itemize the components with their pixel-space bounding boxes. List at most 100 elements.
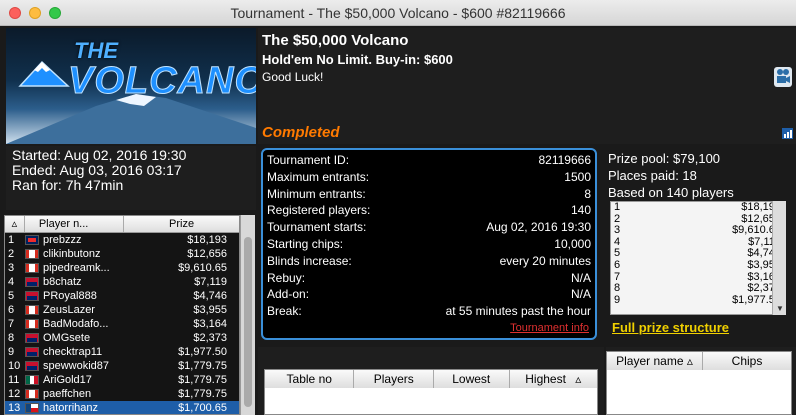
country-flag-icon xyxy=(25,361,39,371)
player-row[interactable]: 9 checktrap11 $1,977.50 xyxy=(5,345,239,359)
country-flag-icon xyxy=(25,347,39,357)
player-row[interactable]: 12 paeffchen $1,779.75 xyxy=(5,387,239,401)
tables-section: Table no Players Lowest Highest ▵ xyxy=(258,347,604,415)
player-row[interactable]: 13 hatorrihanz $1,700.65 xyxy=(5,401,239,414)
minimize-window-button[interactable] xyxy=(29,7,41,19)
country-flag-icon xyxy=(25,333,39,343)
tournament-times: Started: Aug 02, 2016 19:30 Ended: Aug 0… xyxy=(6,146,256,210)
detail-label: Break: xyxy=(267,304,302,319)
detail-row: Break: at 55 minutes past the hour xyxy=(267,303,591,320)
tournament-name: The $50,000 Volcano xyxy=(262,32,409,49)
player-prize: $12,656 xyxy=(187,248,227,260)
detail-row: Blinds increase: every 20 minutes xyxy=(267,253,591,270)
player-prize: $1,779.75 xyxy=(178,374,227,386)
detail-label: Add-on: xyxy=(267,287,310,302)
player-prize: $1,779.75 xyxy=(178,360,227,372)
players-table: ▵ Player n... Prize 1 prebzzz $18,193 2 clik… xyxy=(4,215,240,415)
players-column-header[interactable]: Players xyxy=(354,370,434,388)
prize-row[interactable]: 1 $18,193 xyxy=(611,202,784,214)
started-time: Started: Aug 02, 2016 19:30 xyxy=(12,147,187,163)
players-table-header: ▵ Player n... Prize xyxy=(5,216,239,233)
table-players-section: Player name ▵ Chips xyxy=(606,347,796,415)
player-prize: $1,700.65 xyxy=(178,402,227,414)
player-row[interactable]: 11 AriGold17 $1,779.75 xyxy=(5,373,239,387)
scrollbar-thumb[interactable] xyxy=(244,237,252,407)
player-rank: 11 xyxy=(8,374,20,386)
players-table-scrollbar[interactable] xyxy=(240,215,255,415)
places-paid: Places paid: 18 xyxy=(608,168,697,183)
player-row[interactable]: 2 clikinbutonz $12,656 xyxy=(5,247,239,261)
player-rank: 6 xyxy=(8,304,15,316)
detail-label: Tournament starts: xyxy=(267,220,367,235)
sort-icon[interactable]: ▵ xyxy=(5,216,25,232)
prize-row[interactable]: 8 $2,373 xyxy=(611,283,784,295)
video-camera-icon[interactable] xyxy=(773,66,793,88)
lowest-column-header[interactable]: Lowest xyxy=(434,370,510,388)
player-name: pipedreamk... xyxy=(43,262,110,274)
player-name-column-header[interactable]: Player name ▵ xyxy=(607,352,703,370)
prize-row[interactable]: 9 $1,977.50 xyxy=(611,294,784,307)
detail-value: 140 xyxy=(570,203,591,218)
country-flag-icon xyxy=(25,375,39,385)
table-no-column-header[interactable]: Table no xyxy=(265,370,355,388)
country-flag-icon xyxy=(25,277,39,287)
player-row[interactable]: 6 ZeusLazer $3,955 xyxy=(5,303,239,317)
player-rank: 3 xyxy=(8,262,15,274)
detail-label: Registered players: xyxy=(267,203,371,218)
player-row[interactable]: 8 OMGsete $2,373 xyxy=(5,331,239,345)
tournament-info-link[interactable]: Tournament info xyxy=(510,322,589,334)
zoom-window-button[interactable] xyxy=(49,7,61,19)
player-rank: 10 xyxy=(8,360,21,372)
player-row[interactable]: 7 BadModafo... $3,164 xyxy=(5,317,239,331)
tournament-status: Completed xyxy=(262,124,340,141)
sort-icon: ▵ xyxy=(686,354,693,368)
player-row[interactable]: 5 PRoyal888 $4,746 xyxy=(5,289,239,303)
player-rank: 8 xyxy=(8,332,15,344)
prize-place: 8 xyxy=(614,282,621,295)
player-name-column-label: Player name xyxy=(616,354,684,368)
highest-column-header[interactable]: Highest ▵ xyxy=(510,370,597,388)
player-prize: $4,746 xyxy=(193,290,227,302)
player-row[interactable]: 1 prebzzz $18,193 xyxy=(5,233,239,247)
player-rank: 1 xyxy=(8,234,15,246)
prize-list[interactable]: 1 $18,193 2 $12,656 3 $9,610.65 4 $7,119 5 $4,746… xyxy=(610,201,785,315)
country-flag-icon xyxy=(25,235,39,245)
country-flag-icon xyxy=(25,249,39,259)
country-flag-icon xyxy=(25,319,39,329)
table-players-table: Player name ▵ Chips xyxy=(606,351,792,415)
player-name-column-header[interactable]: Player n... xyxy=(25,216,125,232)
detail-label: Maximum entrants: xyxy=(267,169,370,184)
tournament-details: Tournament ID: 82119666 Maximum entrants: 1… xyxy=(261,148,597,340)
highest-column-label: Highest xyxy=(525,372,566,386)
tournament-message: Good Luck! xyxy=(262,70,324,84)
ran-for-time: Ran for: 7h 47min xyxy=(12,177,124,193)
scroll-down-icon[interactable]: ▼ xyxy=(776,304,784,313)
player-rank: 4 xyxy=(8,276,15,288)
player-row[interactable]: 10 spewwokid87 $1,779.75 xyxy=(5,359,239,373)
country-flag-icon xyxy=(25,403,39,413)
player-name: spewwokid87 xyxy=(43,360,110,372)
player-rank: 12 xyxy=(8,388,21,400)
based-on-players: Based on 140 players xyxy=(608,185,734,200)
detail-row: Maximum entrants: 1500 xyxy=(267,169,591,186)
player-name: AriGold17 xyxy=(43,374,92,386)
player-prize: $1,779.75 xyxy=(178,388,227,400)
chips-column-header[interactable]: Chips xyxy=(703,352,791,370)
prize-row[interactable]: 6 $3,955 xyxy=(611,259,784,272)
player-name: OMGsete xyxy=(43,332,91,344)
ended-time: Ended: Aug 03, 2016 03:17 xyxy=(12,162,182,178)
player-row[interactable]: 4 b8chatz $7,119 xyxy=(5,275,239,289)
detail-row: Registered players: 140 xyxy=(267,202,591,219)
tables-table: Table no Players Lowest Highest ▵ xyxy=(264,369,598,415)
detail-value: 82119666 xyxy=(538,153,592,167)
stats-icon[interactable] xyxy=(782,128,793,139)
player-row[interactable]: 3 pipedreamk... $9,610.65 xyxy=(5,261,239,275)
prize-column-header[interactable]: Prize xyxy=(124,216,239,232)
detail-row: Starting chips: 10,000 xyxy=(267,236,591,253)
prize-list-scrollbar[interactable]: ▼ xyxy=(772,201,786,315)
close-window-button[interactable] xyxy=(9,7,21,19)
country-flag-icon xyxy=(25,291,39,301)
detail-value: N/A xyxy=(570,270,591,285)
detail-label: Starting chips: xyxy=(267,236,344,251)
full-prize-structure-link[interactable]: Full prize structure xyxy=(612,320,729,335)
